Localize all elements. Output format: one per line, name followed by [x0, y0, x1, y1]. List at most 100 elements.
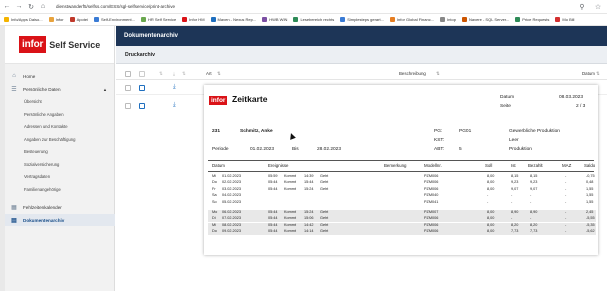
timecard-cell-ist: -: [511, 193, 513, 198]
sidebar-subitem[interactable]: Besteuerung: [24, 149, 48, 154]
timecard-cell-model: PZM040: [424, 193, 439, 198]
bookmark-item[interactable]: Self-Environment...: [93, 17, 135, 22]
sort-icon[interactable]: ⇅: [217, 71, 221, 77]
star-icon[interactable]: ☆: [593, 2, 603, 12]
timecard-cell-maz: -: [565, 210, 567, 214]
download-icon[interactable]: ⤓: [173, 84, 176, 91]
sidebar-subitem[interactable]: Vertragsdaten: [24, 174, 50, 179]
home-icon[interactable]: ⌂: [38, 2, 48, 12]
period-from: 01.02.2023: [250, 147, 275, 152]
timecard-cell-date: 05.02.2023: [222, 199, 242, 204]
period-label: Periode: [212, 147, 229, 152]
timecard-cell-maz: -: [565, 229, 567, 234]
timecard-cell-e1: Kommt: [284, 180, 297, 185]
view-all-checkbox[interactable]: [139, 71, 145, 77]
sort-icon[interactable]: ⇅: [436, 71, 440, 77]
document-icon: ▤: [11, 217, 17, 224]
bookmark-icon: [515, 17, 521, 22]
timecard-cell-saldo: 1,55: [586, 199, 594, 204]
employee-name: Schmitz, Anke: [240, 129, 273, 134]
bookmark-item[interactable]: HR Self Service: [140, 17, 176, 22]
bookmark-item[interactable]: Info/Apps Daiso...: [4, 17, 43, 22]
divider: [208, 160, 594, 161]
timecard-cell-soll: 8,00: [487, 222, 495, 227]
sidebar-subitem[interactable]: Angaben zur Beschäftigung: [24, 137, 75, 142]
bookmark-label: HWB WIN: [269, 17, 288, 22]
sidebar-item-label: Dokumentenarchiv: [23, 217, 65, 223]
timecard-cell-model: PZM006: [424, 222, 439, 227]
select-all-checkbox[interactable]: [125, 71, 131, 77]
column-art[interactable]: Art: [206, 71, 212, 76]
timecard-cell-soll: 8,00: [487, 229, 495, 234]
timecard-row: Do 09.02.2023 05:44 Kommt 14:14 Geht PZM006 8,0…: [208, 229, 596, 236]
timecard-cell-soll: 8,00: [487, 174, 495, 178]
timecard-cell-bez: 7,73: [530, 229, 538, 234]
column-description[interactable]: Beschreibung: [399, 71, 426, 76]
bookmark-item[interactable]: Infor: [48, 17, 64, 22]
sidebar-item-calendar[interactable]: ▦ Fehlzeitenkalender: [5, 201, 115, 213]
sidebar-subitem[interactable]: Übersicht: [24, 99, 42, 104]
header-paid: Bezahlt: [528, 163, 543, 168]
timecard-cell-soll: 8,00: [487, 186, 495, 191]
self-service-app: infor Self Service ⌂ Home ☰ Persönliche …: [5, 26, 607, 291]
timecard-cell-day: Mo: [212, 210, 218, 214]
bookmark-item[interactable]: Infor Global Financ...: [389, 17, 434, 22]
bookmark-label: Price Requests: [522, 17, 550, 22]
sort-icon[interactable]: ⇅: [159, 71, 163, 77]
sort-icon[interactable]: ⇅: [182, 71, 186, 77]
url-field[interactable]: dienstwanderf5/selfss.com/ESS/sgl-selfse…: [56, 4, 575, 9]
bookmark-item[interactable]: Maven - Nexus Rep...: [210, 17, 256, 22]
bookmark-item[interactable]: Apotei: [69, 17, 88, 22]
forward-icon[interactable]: →: [14, 2, 24, 12]
bookmark-icon: [389, 17, 395, 22]
preview-checkbox[interactable]: [139, 103, 145, 109]
download-all-icon[interactable]: ⤓: [173, 71, 175, 76]
header-ist: Ist: [511, 163, 516, 168]
bookmark-item[interactable]: Mo Bill: [555, 17, 574, 22]
timecard-cell-t1: 05:44: [268, 216, 278, 221]
timecard-cell-t1: 05:44: [268, 222, 278, 227]
timecard-cell-saldo: -0,75: [586, 174, 595, 178]
bookmark-item[interactable]: Simplesteps gerart...: [340, 17, 384, 22]
bookmark-icon: [69, 17, 75, 22]
bookmark-item[interactable]: Price Requests: [515, 17, 549, 22]
zoom-icon[interactable]: ⚲: [577, 2, 587, 12]
timecard-row: Fr 03.02.2023 05:44 Kommt 15:24 Geht PZM006 8,0…: [208, 187, 596, 193]
bookmark-item[interactable]: Intop: [440, 17, 456, 22]
divider: [208, 171, 594, 172]
timecard-cell-ist: 9,07: [511, 186, 519, 191]
bookmark-label: Navere - SQL Server...: [468, 17, 510, 22]
sort-icon[interactable]: ⇅: [596, 71, 600, 77]
timecard-cell-date: 08.02.2023: [222, 222, 242, 227]
row-checkbox[interactable]: [125, 85, 131, 91]
download-icon[interactable]: ⤓: [173, 102, 176, 109]
back-icon[interactable]: ←: [2, 2, 12, 12]
header-soll: Soll: [485, 163, 493, 168]
sidebar-subitem[interactable]: Persönliche Angaben: [24, 112, 64, 117]
timecard-cell-e2: Geht: [320, 229, 329, 234]
sidebar-item-personal[interactable]: ☰ Persönliche Daten ▲: [5, 83, 115, 95]
sidebar-subitem[interactable]: Sozialversicherung: [24, 162, 59, 167]
bookmark-item[interactable]: Lesebereich rechts: [293, 17, 334, 22]
sidebar-item-archive[interactable]: ▤ Dokumentenarchiv: [5, 214, 115, 226]
sidebar-subitem[interactable]: Familienangehörige: [24, 187, 61, 192]
abt-value: 5: [459, 147, 462, 152]
bookmark-label: Apotei: [76, 17, 88, 22]
timecard-cell-t1: 05:44: [268, 186, 278, 191]
reload-icon[interactable]: ↻: [26, 2, 36, 12]
bookmark-label: Simplesteps gerart...: [347, 17, 384, 22]
sidebar-item-home[interactable]: ⌂ Home: [5, 70, 115, 82]
employee-number: 231: [212, 129, 221, 134]
sidebar-subitem[interactable]: Adressen und Kontakte: [24, 124, 68, 129]
row-checkbox[interactable]: [125, 103, 131, 109]
document-preview[interactable]: infor Zeitkarte Datum 08.03.2023 Seite 2…: [204, 85, 598, 255]
bookmark-item[interactable]: Infor HM: [182, 17, 205, 22]
bookmark-item[interactable]: Navere - SQL Server...: [461, 17, 510, 22]
timecard-cell-bez: 8,20: [530, 222, 538, 227]
timecard-cell-ist: -: [511, 199, 513, 204]
bookmark-item[interactable]: HWB WIN: [262, 17, 287, 22]
column-date[interactable]: Datum: [582, 71, 595, 76]
brand[interactable]: infor Self Service: [5, 26, 114, 64]
period-to: 28.02.2023: [317, 147, 342, 152]
preview-checkbox[interactable]: [139, 85, 145, 91]
